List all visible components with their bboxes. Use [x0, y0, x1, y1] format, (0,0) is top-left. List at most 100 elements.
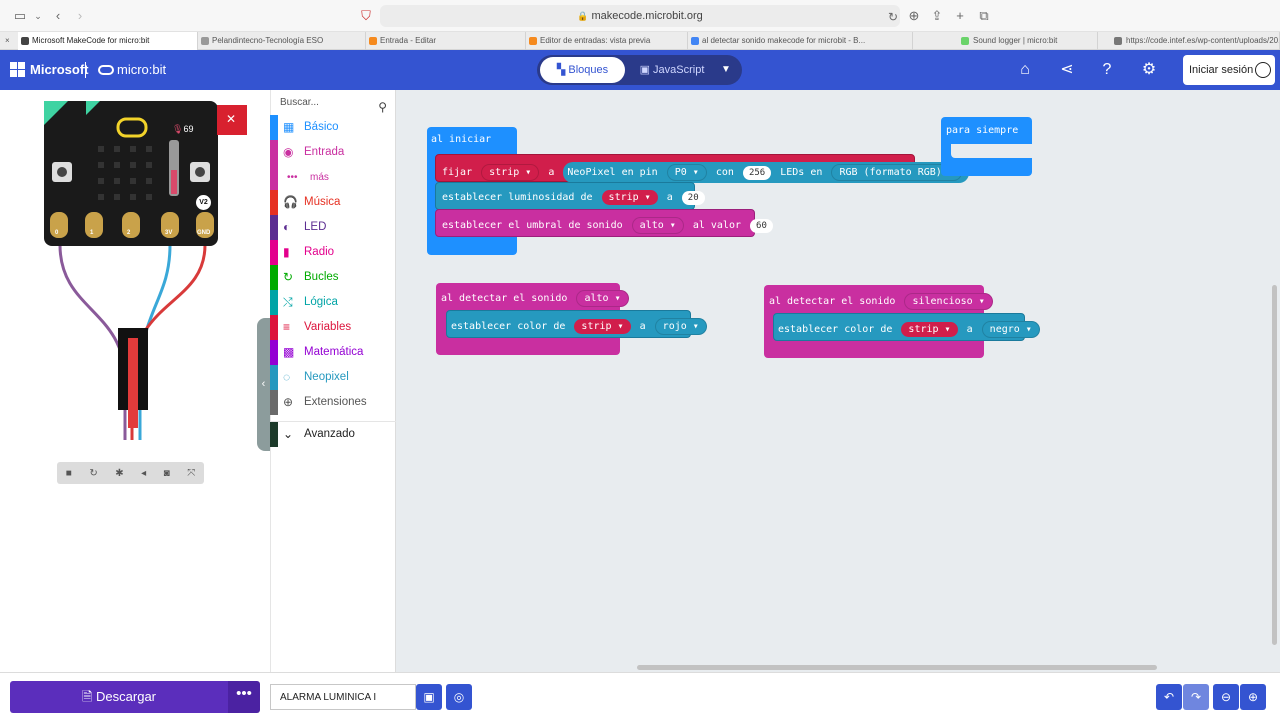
- category-musica[interactable]: 🎧 Música: [270, 190, 396, 215]
- simulator-controls: ■ ↻ ✱ ◂ ◙ ⤧: [57, 462, 204, 484]
- chevron-left-icon: ‹: [261, 378, 266, 390]
- js-icon: ▣: [639, 64, 654, 76]
- gear-icon[interactable]: ⚙: [1139, 60, 1159, 80]
- mute-sim-icon[interactable]: ◂: [141, 468, 146, 479]
- zoom-out-button[interactable]: ⊖: [1213, 684, 1239, 710]
- vertical-scrollbar[interactable]: [1272, 285, 1277, 645]
- zoom-out-icon: ⊖: [1220, 690, 1232, 704]
- category-avanzado[interactable]: ⌄ Avanzado: [270, 421, 396, 447]
- language-dropdown[interactable]: ▼: [715, 57, 737, 83]
- forward-icon[interactable]: ›: [72, 8, 88, 24]
- brightness-input[interactable]: 20: [681, 191, 705, 205]
- more-options-button[interactable]: •••: [228, 681, 260, 713]
- url-bar[interactable]: 🔒 makecode.microbit.org: [380, 5, 900, 27]
- category-extensiones[interactable]: ⊕ Extensiones: [270, 390, 396, 415]
- share-icon[interactable]: ⇪: [929, 8, 945, 24]
- toolbox-search[interactable]: Buscar... ⚲: [270, 90, 396, 115]
- shield-icon[interactable]: ⛉: [358, 8, 374, 24]
- tab-intef[interactable]: https://code.intef.es/wp-content/uploads…: [1098, 32, 1280, 50]
- back-icon[interactable]: ‹: [50, 8, 66, 24]
- category-entrada[interactable]: ◉ Entrada: [270, 140, 396, 165]
- neopixel-create-block[interactable]: NeoPixel en pin P0 ▾ con 256 LEDs en RGB…: [563, 162, 969, 183]
- tabs-overview-icon[interactable]: ⧉: [976, 8, 992, 24]
- new-tab-icon[interactable]: +: [952, 8, 968, 24]
- to-label: a: [639, 321, 646, 332]
- dots-icon: •••: [287, 172, 298, 183]
- sound-level-dropdown[interactable]: silencioso ▾: [904, 293, 993, 310]
- threshold-level-dropdown[interactable]: alto ▾: [631, 217, 684, 234]
- category-radio[interactable]: ▮ Radio: [270, 240, 396, 265]
- save-button[interactable]: ▣: [416, 684, 442, 710]
- tab-editor[interactable]: Editor de entradas: vista previa: [526, 32, 688, 50]
- tab-entrada[interactable]: Entrada - Editar: [366, 32, 526, 50]
- screenshot-icon[interactable]: ◙: [164, 468, 170, 479]
- color-dropdown[interactable]: rojo ▾: [654, 318, 707, 335]
- category-basico[interactable]: ▦ Básico: [270, 115, 396, 140]
- restart-icon[interactable]: ↻: [89, 468, 97, 479]
- zoom-in-button[interactable]: ⊕: [1240, 684, 1266, 710]
- sidebar-toggle-icon[interactable]: ▭: [12, 8, 28, 24]
- microbit-simulator[interactable]: [0, 90, 268, 490]
- set-strip-block[interactable]: fijar strip ▾ a NeoPixel en pin P0 ▾ con…: [435, 154, 969, 183]
- blocks-mode-button[interactable]: ▚ Bloques: [540, 57, 625, 83]
- redo-icon: ↷: [1190, 690, 1202, 704]
- fullscreen-icon[interactable]: ⤧: [187, 468, 195, 479]
- javascript-mode-button[interactable]: ▣ JavaScript: [632, 57, 712, 83]
- help-icon[interactable]: ?: [1097, 60, 1117, 80]
- microbit-icon: [98, 64, 114, 75]
- category-matematica[interactable]: ▩ Matemática: [270, 340, 396, 365]
- pin-dropdown[interactable]: P0 ▾: [666, 164, 707, 181]
- home-icon[interactable]: ⌂: [1015, 60, 1035, 80]
- download-button[interactable]: 🗎 Descargar: [10, 681, 228, 713]
- brightness-block[interactable]: establecer luminosidad de strip ▾ a 20: [435, 182, 705, 210]
- undo-button[interactable]: ↶: [1156, 684, 1182, 710]
- tab-pelandintecno[interactable]: Pelandintecno-Tecnología ESO: [198, 32, 366, 50]
- category-neopixel[interactable]: ◌ Neopixel: [270, 365, 396, 390]
- signin-button[interactable]: Iniciar sesión: [1183, 55, 1275, 85]
- strip-variable-dropdown[interactable]: strip ▾: [481, 164, 540, 181]
- share-icon[interactable]: ⋖: [1057, 60, 1077, 80]
- favicon-icon: [961, 37, 969, 45]
- github-button[interactable]: ◎: [446, 684, 472, 710]
- microbit-logo[interactable]: micro:bit: [98, 62, 166, 77]
- collapse-simulator-button[interactable]: ‹: [257, 318, 270, 451]
- signal-icon: ▮: [283, 245, 290, 259]
- strip-variable[interactable]: strip ▾: [901, 322, 958, 337]
- favicon-icon: [1114, 37, 1122, 45]
- chevron-down-icon[interactable]: ⌄: [30, 8, 46, 24]
- forever-label: para siempre: [946, 125, 1019, 136]
- project-name-input[interactable]: [270, 684, 416, 710]
- redo-button[interactable]: ↷: [1183, 684, 1209, 710]
- set-color-black-block[interactable]: establecer color de strip ▾ a negro ▾: [773, 313, 1040, 341]
- close-tab-icon[interactable]: ×: [0, 32, 18, 50]
- tab-makecode[interactable]: Microsoft MakeCode for micro:bit: [18, 32, 198, 50]
- dotcircle-icon: ◌: [283, 370, 291, 384]
- favicon-icon: [201, 37, 209, 45]
- threshold-block[interactable]: establecer el umbral de sonido alto ▾ al…: [435, 209, 773, 237]
- category-variables[interactable]: ≡ Variables: [270, 315, 396, 340]
- reload-icon[interactable]: ↻: [885, 9, 901, 25]
- strip-variable[interactable]: strip ▾: [574, 319, 631, 334]
- category-led[interactable]: ◐ LED: [270, 215, 396, 240]
- sound-level-dropdown[interactable]: alto ▾: [576, 290, 629, 307]
- download-icon[interactable]: ⊕: [906, 8, 922, 24]
- strip-variable[interactable]: strip ▾: [601, 190, 658, 205]
- debug-icon[interactable]: ✱: [115, 468, 123, 479]
- zoom-in-icon: ⊕: [1247, 690, 1259, 704]
- tab-search[interactable]: al detectar sonido makecode for microbit…: [688, 32, 913, 50]
- stop-icon[interactable]: ■: [66, 468, 72, 479]
- download-label: Descargar: [96, 689, 157, 704]
- category-mas[interactable]: ••• más: [270, 165, 396, 190]
- category-logica[interactable]: ⤭ Lógica: [270, 290, 396, 315]
- color-dropdown[interactable]: negro ▾: [981, 321, 1040, 338]
- avatar-icon: [1255, 62, 1271, 78]
- threshold-input[interactable]: 60: [750, 219, 773, 233]
- tab-sound-logger[interactable]: Sound logger | micro:bit: [913, 32, 1098, 50]
- mute-icon[interactable]: ✕: [226, 112, 236, 126]
- var-label: strip: [489, 167, 520, 178]
- led-count-input[interactable]: 256: [742, 166, 772, 180]
- set-color-red-block[interactable]: establecer color de strip ▾ a rojo ▾: [446, 310, 707, 338]
- microsoft-logo[interactable]: Microsoft: [10, 62, 89, 77]
- horizontal-scrollbar[interactable]: [637, 665, 1157, 670]
- category-bucles[interactable]: ↻ Bucles: [270, 265, 396, 290]
